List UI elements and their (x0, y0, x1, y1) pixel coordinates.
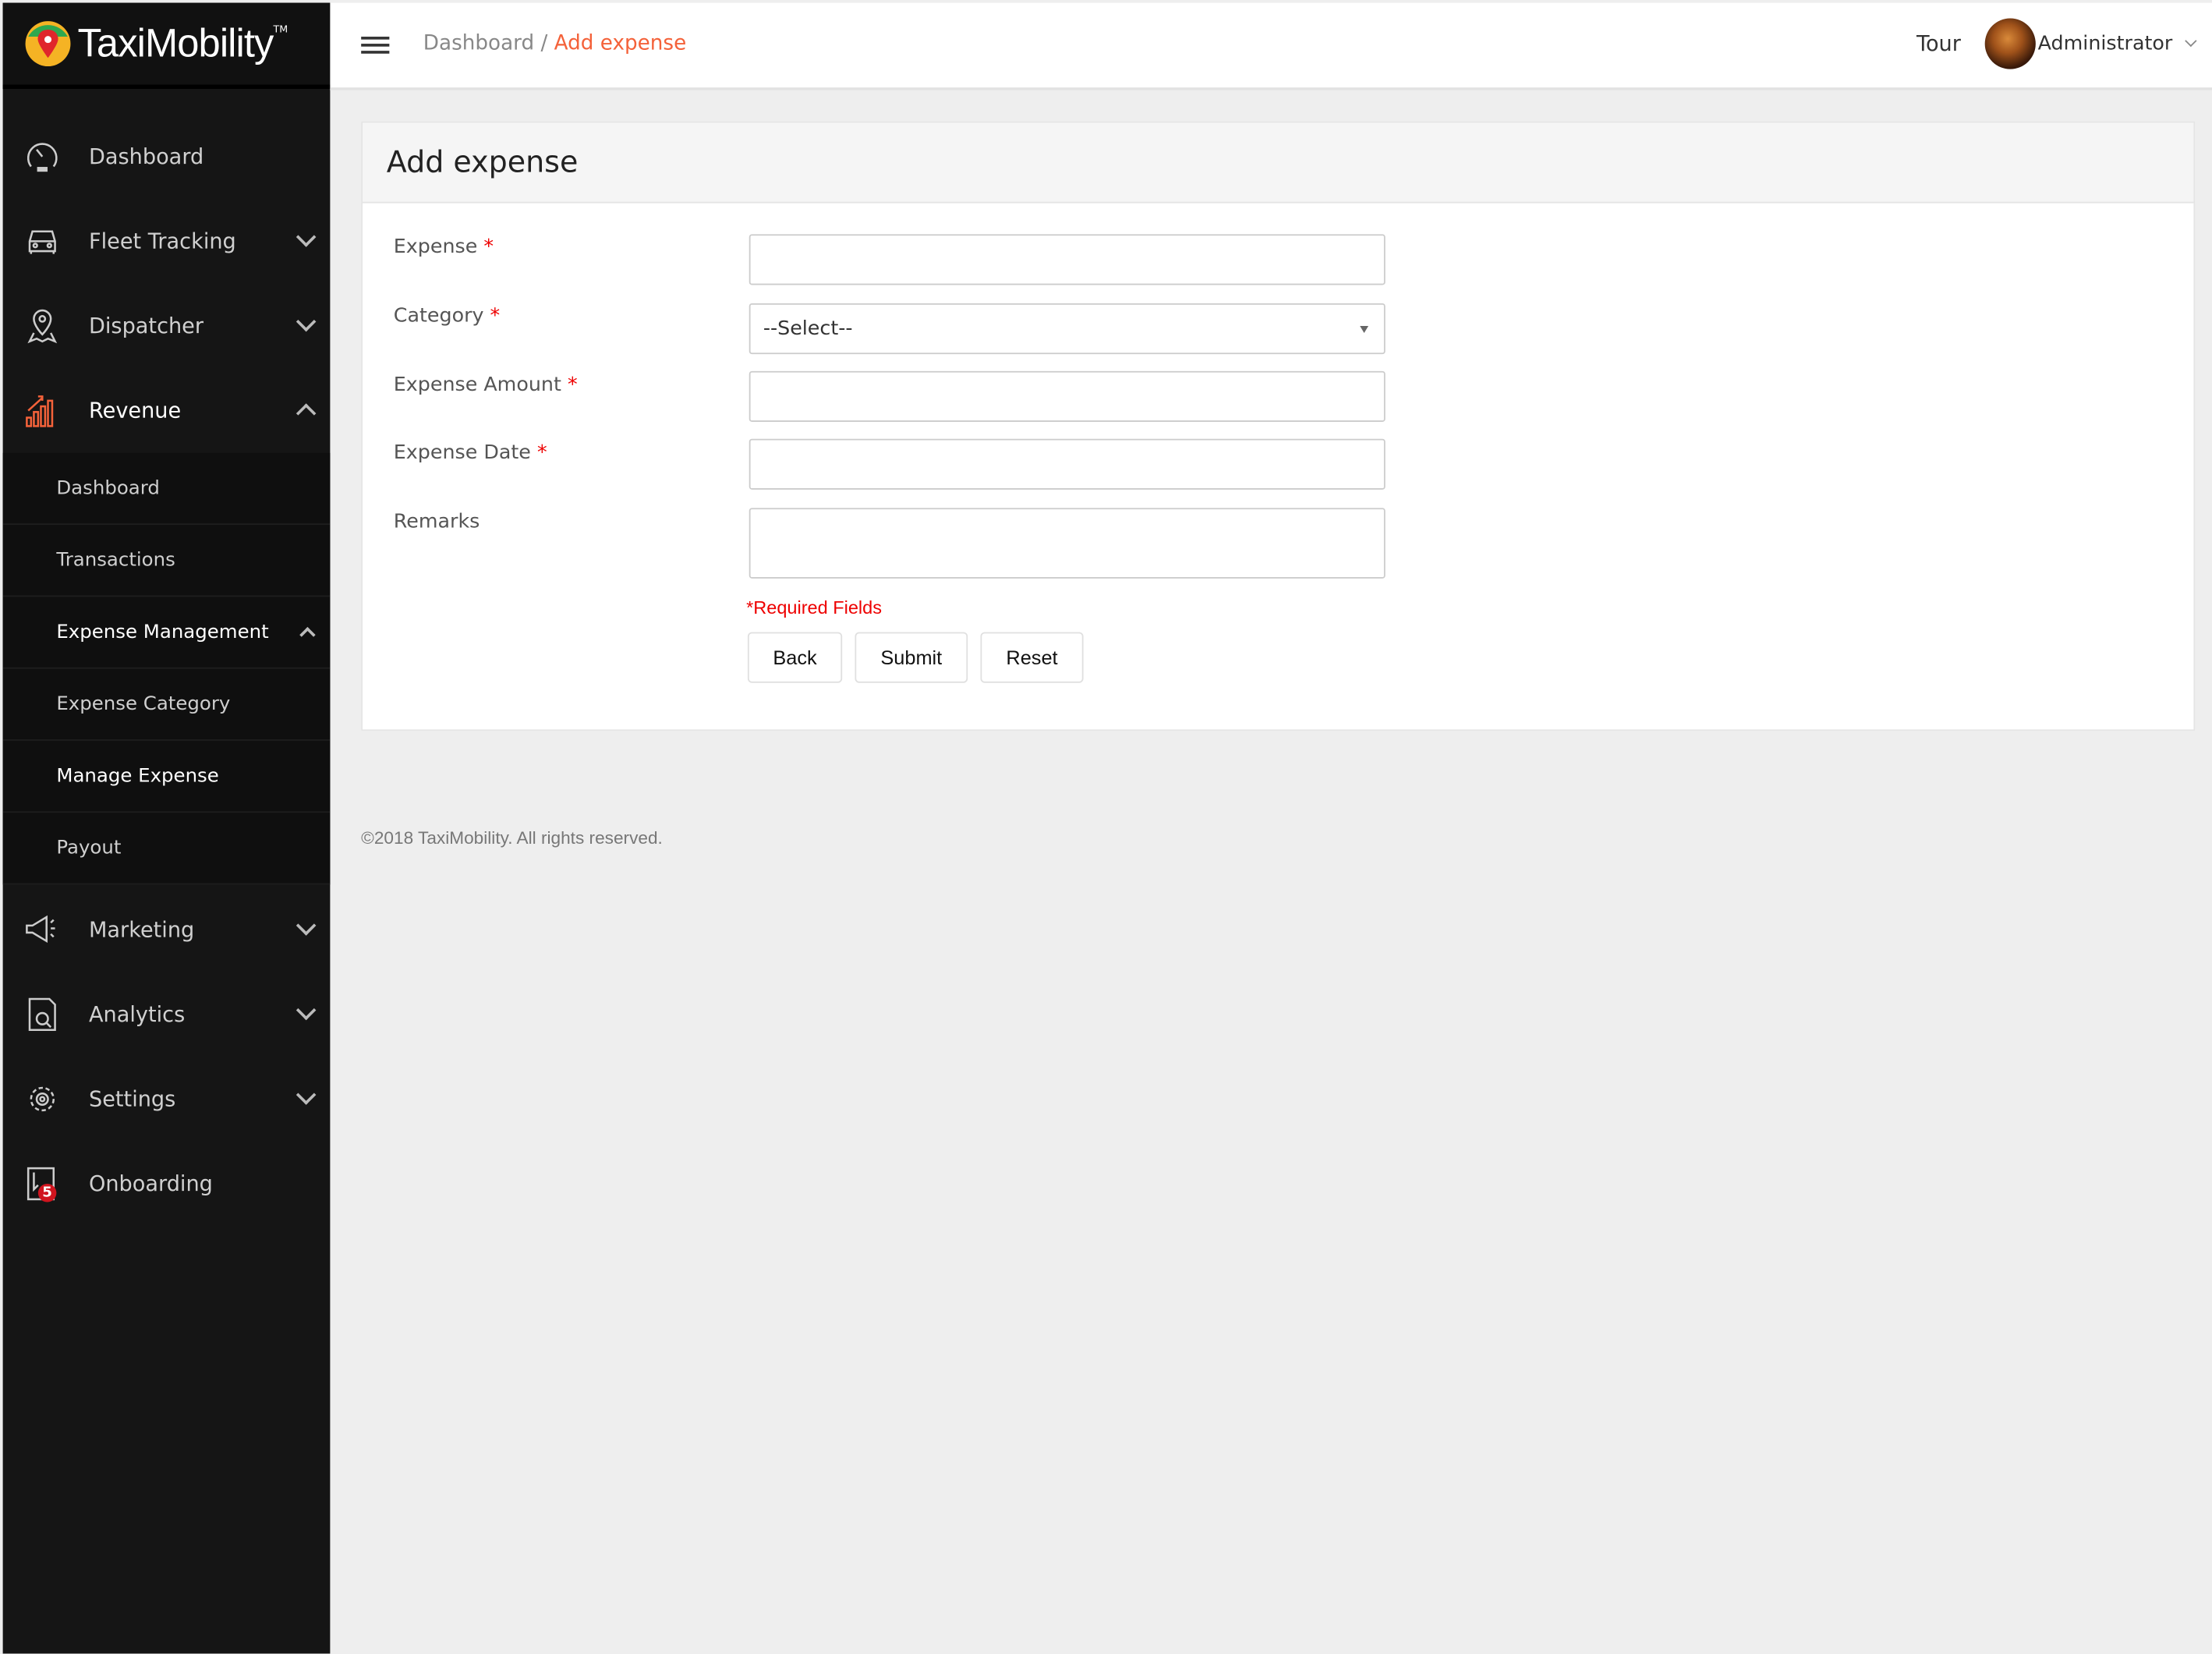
sidebar-item-analytics[interactable]: Analytics (3, 972, 331, 1057)
chevron-down-icon (296, 1085, 317, 1105)
onboarding-icon: 5 (24, 1165, 61, 1202)
chevron-down-icon (296, 227, 317, 247)
notification-badge: 5 (37, 1184, 57, 1202)
required-fields-note: *Required Fields (746, 597, 883, 618)
submit-button[interactable]: Submit (855, 632, 968, 683)
document-search-icon (24, 996, 61, 1032)
sidebar-item-dashboard[interactable]: Dashboard (3, 115, 331, 200)
expense-amount-input[interactable] (749, 370, 1386, 422)
sidebar-item-settings[interactable]: Settings (3, 1057, 331, 1142)
breadcrumb-separator: / (540, 32, 548, 55)
submenu-item-expense-management[interactable]: Expense Management (2, 597, 331, 669)
chevron-down-icon (296, 1000, 317, 1021)
chevron-up-icon (299, 626, 316, 643)
bar-chart-icon (24, 392, 61, 429)
remarks-textarea[interactable] (749, 508, 1386, 579)
breadcrumb-dashboard[interactable]: Dashboard (423, 33, 534, 55)
brand-name: TaxiMobility (77, 21, 274, 66)
speedometer-icon (24, 138, 61, 175)
chevron-down-icon (296, 311, 317, 332)
sidebar-item-label: Settings (88, 1086, 176, 1112)
back-button[interactable]: Back (747, 632, 843, 683)
sidebar-item-marketing[interactable]: Marketing (3, 887, 331, 972)
sidebar-item-label: Onboarding (88, 1171, 213, 1197)
expense-input[interactable] (749, 234, 1386, 285)
logo[interactable]: TaxiMobility TM (2, 2, 331, 89)
sidebar-item-label: Marketing (88, 917, 195, 943)
submenu-item-expense-category[interactable]: Expense Category (2, 669, 331, 741)
expense-date-input[interactable] (749, 438, 1386, 490)
page-title: Add expense (362, 122, 2194, 204)
user-menu[interactable]: Administrator (2038, 33, 2173, 55)
sidebar-item-label: Fleet Tracking (88, 228, 236, 254)
expense-date-label: Expense Date * (393, 441, 547, 465)
sidebar-item-label: Dashboard (88, 143, 204, 170)
chevron-down-icon (296, 916, 317, 936)
logo-pin-icon (25, 21, 71, 67)
top-header: Dashboard / Add expense Tour Administrat… (330, 2, 2212, 90)
trademark: TM (273, 23, 288, 36)
submenu-item-manage-expense[interactable]: Manage Expense (2, 741, 331, 813)
expense-amount-label: Expense Amount * (393, 374, 578, 397)
category-selected-value: --Select-- (763, 317, 853, 341)
remarks-label: Remarks (393, 510, 480, 533)
add-expense-card: Add expense Expense * Category * --Selec… (361, 121, 2196, 731)
chevron-up-icon (296, 403, 317, 423)
sidebar-item-label: Revenue (88, 398, 182, 423)
map-pin-icon (24, 307, 61, 344)
gear-icon (24, 1081, 61, 1117)
sidebar-item-fleet-tracking[interactable]: Fleet Tracking (3, 199, 331, 284)
submenu-item-transactions[interactable]: Transactions (2, 525, 331, 597)
submenu-label: Expense Management (56, 621, 269, 644)
revenue-submenu: Dashboard Transactions Expense Managemen… (2, 452, 331, 885)
hamburger-menu-icon[interactable] (361, 37, 390, 54)
breadcrumb: Dashboard / Add expense (423, 33, 686, 55)
car-icon (24, 223, 61, 260)
sidebar-item-dispatcher[interactable]: Dispatcher (3, 284, 331, 369)
reset-button[interactable]: Reset (980, 632, 1084, 683)
category-select[interactable]: --Select-- (749, 303, 1386, 355)
dropdown-arrow-icon (1360, 325, 1369, 333)
tour-link[interactable]: Tour (1916, 31, 1961, 57)
sidebar-item-onboarding[interactable]: 5 Onboarding (3, 1142, 331, 1227)
submenu-item-dashboard[interactable]: Dashboard (2, 453, 331, 526)
avatar[interactable] (1984, 18, 2036, 69)
chevron-down-icon[interactable] (2185, 34, 2197, 48)
sidebar-item-label: Dispatcher (88, 313, 204, 339)
submenu-item-payout[interactable]: Payout (2, 813, 331, 885)
sidebar-item-label: Analytics (88, 1001, 186, 1028)
sidebar: TaxiMobility TM Dashboard Fleet Tracking… (2, 2, 331, 1654)
expense-label: Expense * (393, 236, 494, 259)
breadcrumb-current: Add expense (554, 32, 687, 55)
category-label: Category * (393, 304, 501, 328)
megaphone-icon (24, 912, 61, 948)
footer-copyright: ©2018 TaxiMobility. All rights reserved. (361, 828, 663, 848)
sidebar-item-revenue[interactable]: Revenue (3, 368, 331, 453)
